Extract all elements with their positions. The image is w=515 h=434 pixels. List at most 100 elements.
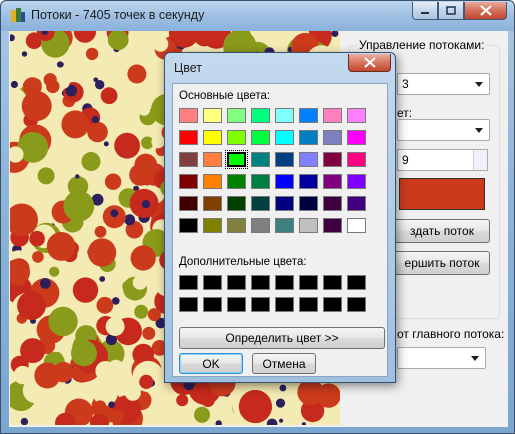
spin-up-button[interactable]	[473, 150, 487, 160]
custom-color-swatch[interactable]	[203, 297, 222, 312]
dot	[266, 418, 278, 425]
ok-label: OK	[202, 356, 220, 371]
dot	[130, 245, 156, 271]
dot	[21, 51, 28, 57]
basic-color-swatch[interactable]	[227, 130, 246, 145]
basic-color-swatch[interactable]	[275, 152, 294, 167]
basic-color-swatch[interactable]	[323, 130, 342, 145]
basic-color-swatch[interactable]	[251, 108, 270, 123]
basic-color-swatch[interactable]	[203, 218, 222, 233]
custom-color-swatch[interactable]	[227, 275, 246, 290]
dot	[10, 80, 18, 89]
basic-color-swatch[interactable]	[251, 152, 270, 167]
custom-color-swatch[interactable]	[299, 297, 318, 312]
define-color-button[interactable]: Определить цвет >>	[179, 327, 385, 349]
basic-color-swatch[interactable]	[323, 108, 342, 123]
basic-color-swatch[interactable]	[179, 152, 198, 167]
maximize-button[interactable]	[438, 2, 464, 20]
basic-color-swatch[interactable]	[179, 130, 198, 145]
basic-color-swatch[interactable]	[275, 130, 294, 145]
custom-color-swatch[interactable]	[275, 275, 294, 290]
basic-color-swatch[interactable]	[299, 196, 318, 211]
custom-color-swatch[interactable]	[323, 297, 342, 312]
ok-button[interactable]: OK	[179, 353, 243, 374]
basic-color-swatch[interactable]	[275, 108, 294, 123]
basic-color-swatch[interactable]	[347, 174, 366, 189]
basic-color-swatch[interactable]	[251, 196, 270, 211]
spin-down-button[interactable]	[473, 160, 487, 170]
current-color-swatch[interactable]	[399, 178, 485, 210]
basic-color-swatch[interactable]	[347, 196, 366, 211]
dot	[142, 326, 156, 340]
basic-color-swatch[interactable]	[275, 218, 294, 233]
custom-color-swatch[interactable]	[251, 297, 270, 312]
close-button[interactable]	[464, 2, 507, 20]
basic-color-swatch[interactable]	[179, 108, 198, 123]
basic-color-swatch[interactable]	[251, 174, 270, 189]
basic-color-swatch[interactable]	[323, 196, 342, 211]
basic-color-swatch[interactable]	[323, 218, 342, 233]
basic-color-swatch[interactable]	[299, 174, 318, 189]
basic-color-swatch[interactable]	[203, 174, 222, 189]
cancel-label: Отмена	[262, 356, 306, 371]
basic-color-swatch[interactable]	[179, 196, 198, 211]
basic-color-swatch[interactable]	[299, 130, 318, 145]
basic-color-swatch[interactable]	[251, 130, 270, 145]
create-thread-button[interactable]: здать поток	[394, 219, 490, 243]
dot	[34, 362, 61, 389]
finish-thread-button[interactable]: ершить поток	[394, 251, 490, 275]
basic-color-swatch[interactable]	[347, 130, 366, 145]
finish-thread-label: ершить поток	[404, 256, 480, 270]
chevron-down-icon	[475, 82, 483, 87]
custom-color-swatch[interactable]	[251, 275, 270, 290]
basic-color-swatch[interactable]	[227, 196, 246, 211]
basic-color-swatch[interactable]	[203, 130, 222, 145]
custom-color-swatch[interactable]	[179, 275, 198, 290]
basic-color-swatch[interactable]	[323, 152, 342, 167]
basic-color-swatch[interactable]	[203, 152, 222, 167]
dot	[110, 209, 119, 218]
basic-color-swatch[interactable]	[275, 174, 294, 189]
thread-combo[interactable]: 3	[397, 73, 490, 95]
basic-color-swatch[interactable]	[227, 108, 246, 123]
basic-color-swatch[interactable]	[203, 196, 222, 211]
count-spinner[interactable]: 9	[397, 149, 488, 171]
dialog-close-button[interactable]	[348, 54, 391, 72]
dot	[95, 361, 116, 381]
dot	[17, 291, 46, 320]
basic-color-swatch[interactable]	[299, 108, 318, 123]
dot	[279, 384, 287, 392]
custom-color-swatch[interactable]	[347, 297, 366, 312]
custom-color-swatch[interactable]	[323, 275, 342, 290]
main-thread-combo[interactable]	[397, 347, 486, 369]
minimize-button[interactable]	[412, 2, 438, 20]
basic-color-swatch[interactable]	[347, 218, 366, 233]
color-dialog: Цвет Основные цвета: Дополнительные цвет…	[164, 52, 396, 383]
basic-color-swatch[interactable]	[299, 152, 318, 167]
custom-color-swatch[interactable]	[227, 297, 246, 312]
basic-color-swatch[interactable]	[251, 218, 270, 233]
basic-color-swatch[interactable]	[275, 196, 294, 211]
basic-color-swatch[interactable]	[203, 108, 222, 123]
title-bar[interactable]: Потоки - 7405 точек в секунду	[1, 1, 514, 31]
custom-color-swatch[interactable]	[179, 297, 198, 312]
priority-combo[interactable]	[397, 119, 490, 141]
dot	[40, 278, 51, 289]
dot	[275, 398, 286, 408]
cancel-button[interactable]: Отмена	[252, 353, 316, 374]
basic-color-swatch[interactable]	[227, 218, 246, 233]
custom-color-swatch[interactable]	[347, 275, 366, 290]
basic-color-swatch[interactable]	[347, 108, 366, 123]
basic-color-swatch[interactable]	[347, 152, 366, 167]
basic-color-swatch[interactable]	[227, 174, 246, 189]
custom-color-swatch[interactable]	[299, 275, 318, 290]
basic-colors-label: Основные цвета:	[179, 90, 271, 102]
basic-color-swatch[interactable]	[323, 174, 342, 189]
basic-color-swatch[interactable]	[299, 218, 318, 233]
custom-color-swatch[interactable]	[203, 275, 222, 290]
custom-color-swatch[interactable]	[275, 297, 294, 312]
basic-color-swatch[interactable]	[179, 218, 198, 233]
dot	[100, 87, 118, 105]
basic-color-swatch[interactable]	[225, 150, 248, 169]
basic-color-swatch[interactable]	[179, 174, 198, 189]
